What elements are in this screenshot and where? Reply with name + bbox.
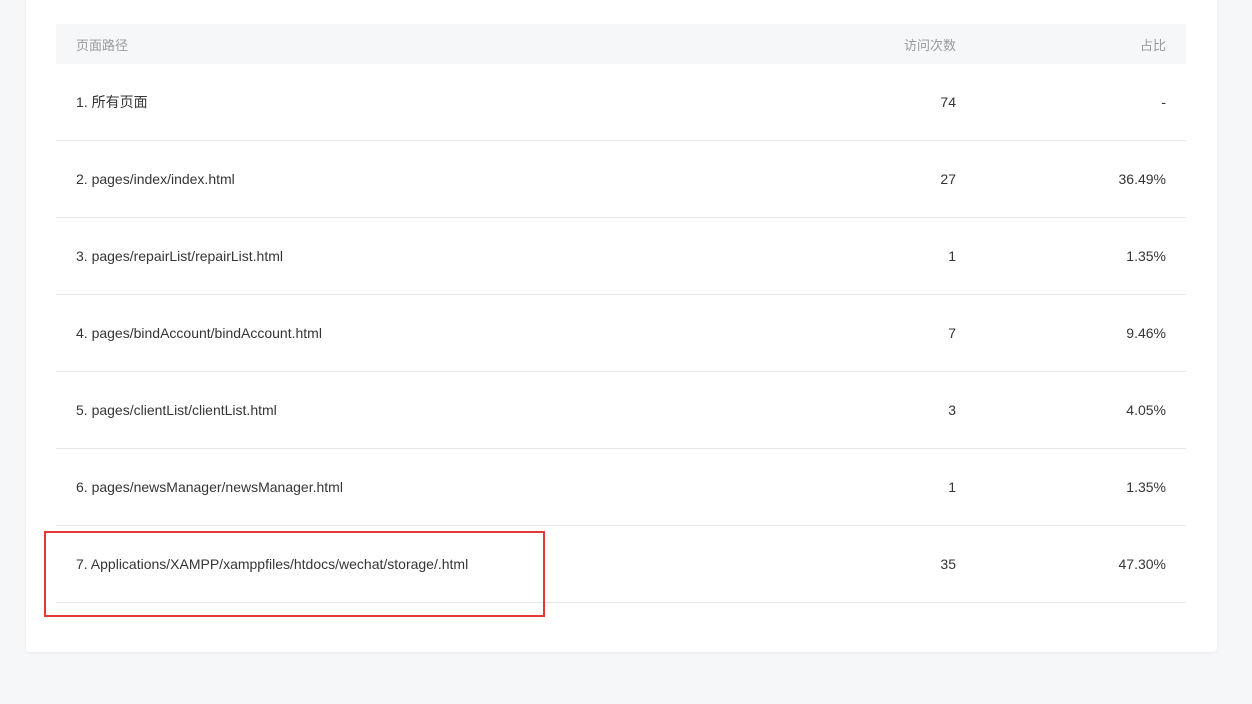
table-row[interactable]: 4. pages/bindAccount/bindAccount.html 7 … <box>56 295 1186 372</box>
row-ratio: 1.35% <box>1126 479 1166 495</box>
row-path: 5. pages/clientList/clientList.html <box>76 402 277 418</box>
row-path: 6. pages/newsManager/newsManager.html <box>76 479 343 495</box>
table-row[interactable]: 7. Applications/XAMPP/xamppfiles/htdocs/… <box>56 526 1186 603</box>
header-visits[interactable]: 访问次数 <box>756 35 956 54</box>
row-visits: 35 <box>940 556 956 572</box>
table-row[interactable]: 6. pages/newsManager/newsManager.html 1 … <box>56 449 1186 526</box>
row-ratio: 36.49% <box>1118 171 1166 187</box>
row-ratio: 1.35% <box>1126 248 1166 264</box>
page-stats-card: 页面路径 访问次数 占比 1. 所有页面 74 - 2. pages/index… <box>26 0 1217 652</box>
row-path: 4. pages/bindAccount/bindAccount.html <box>76 325 322 341</box>
row-visits: 27 <box>940 171 956 187</box>
row-path: 2. pages/index/index.html <box>76 171 235 187</box>
row-path: 1. 所有页面 <box>76 94 148 110</box>
table-row[interactable]: 1. 所有页面 74 - <box>56 64 1186 141</box>
row-path: 3. pages/repairList/repairList.html <box>76 248 283 264</box>
row-ratio: 9.46% <box>1126 325 1166 341</box>
row-visits: 1 <box>948 479 956 495</box>
header-ratio[interactable]: 占比 <box>956 35 1166 54</box>
row-visits: 1 <box>948 248 956 264</box>
row-ratio: 4.05% <box>1126 402 1166 418</box>
table-header: 页面路径 访问次数 占比 <box>56 24 1186 64</box>
page-path-table: 页面路径 访问次数 占比 1. 所有页面 74 - 2. pages/index… <box>56 24 1186 603</box>
row-path: 7. Applications/XAMPP/xamppfiles/htdocs/… <box>76 556 469 572</box>
row-visits: 74 <box>940 94 956 110</box>
row-visits: 3 <box>948 402 956 418</box>
table-row[interactable]: 3. pages/repairList/repairList.html 1 1.… <box>56 218 1186 295</box>
row-ratio: - <box>1161 94 1166 110</box>
table-row[interactable]: 5. pages/clientList/clientList.html 3 4.… <box>56 372 1186 449</box>
table-row[interactable]: 2. pages/index/index.html 27 36.49% <box>56 141 1186 218</box>
header-path[interactable]: 页面路径 <box>56 35 756 54</box>
row-ratio: 47.30% <box>1118 556 1166 572</box>
row-visits: 7 <box>948 325 956 341</box>
